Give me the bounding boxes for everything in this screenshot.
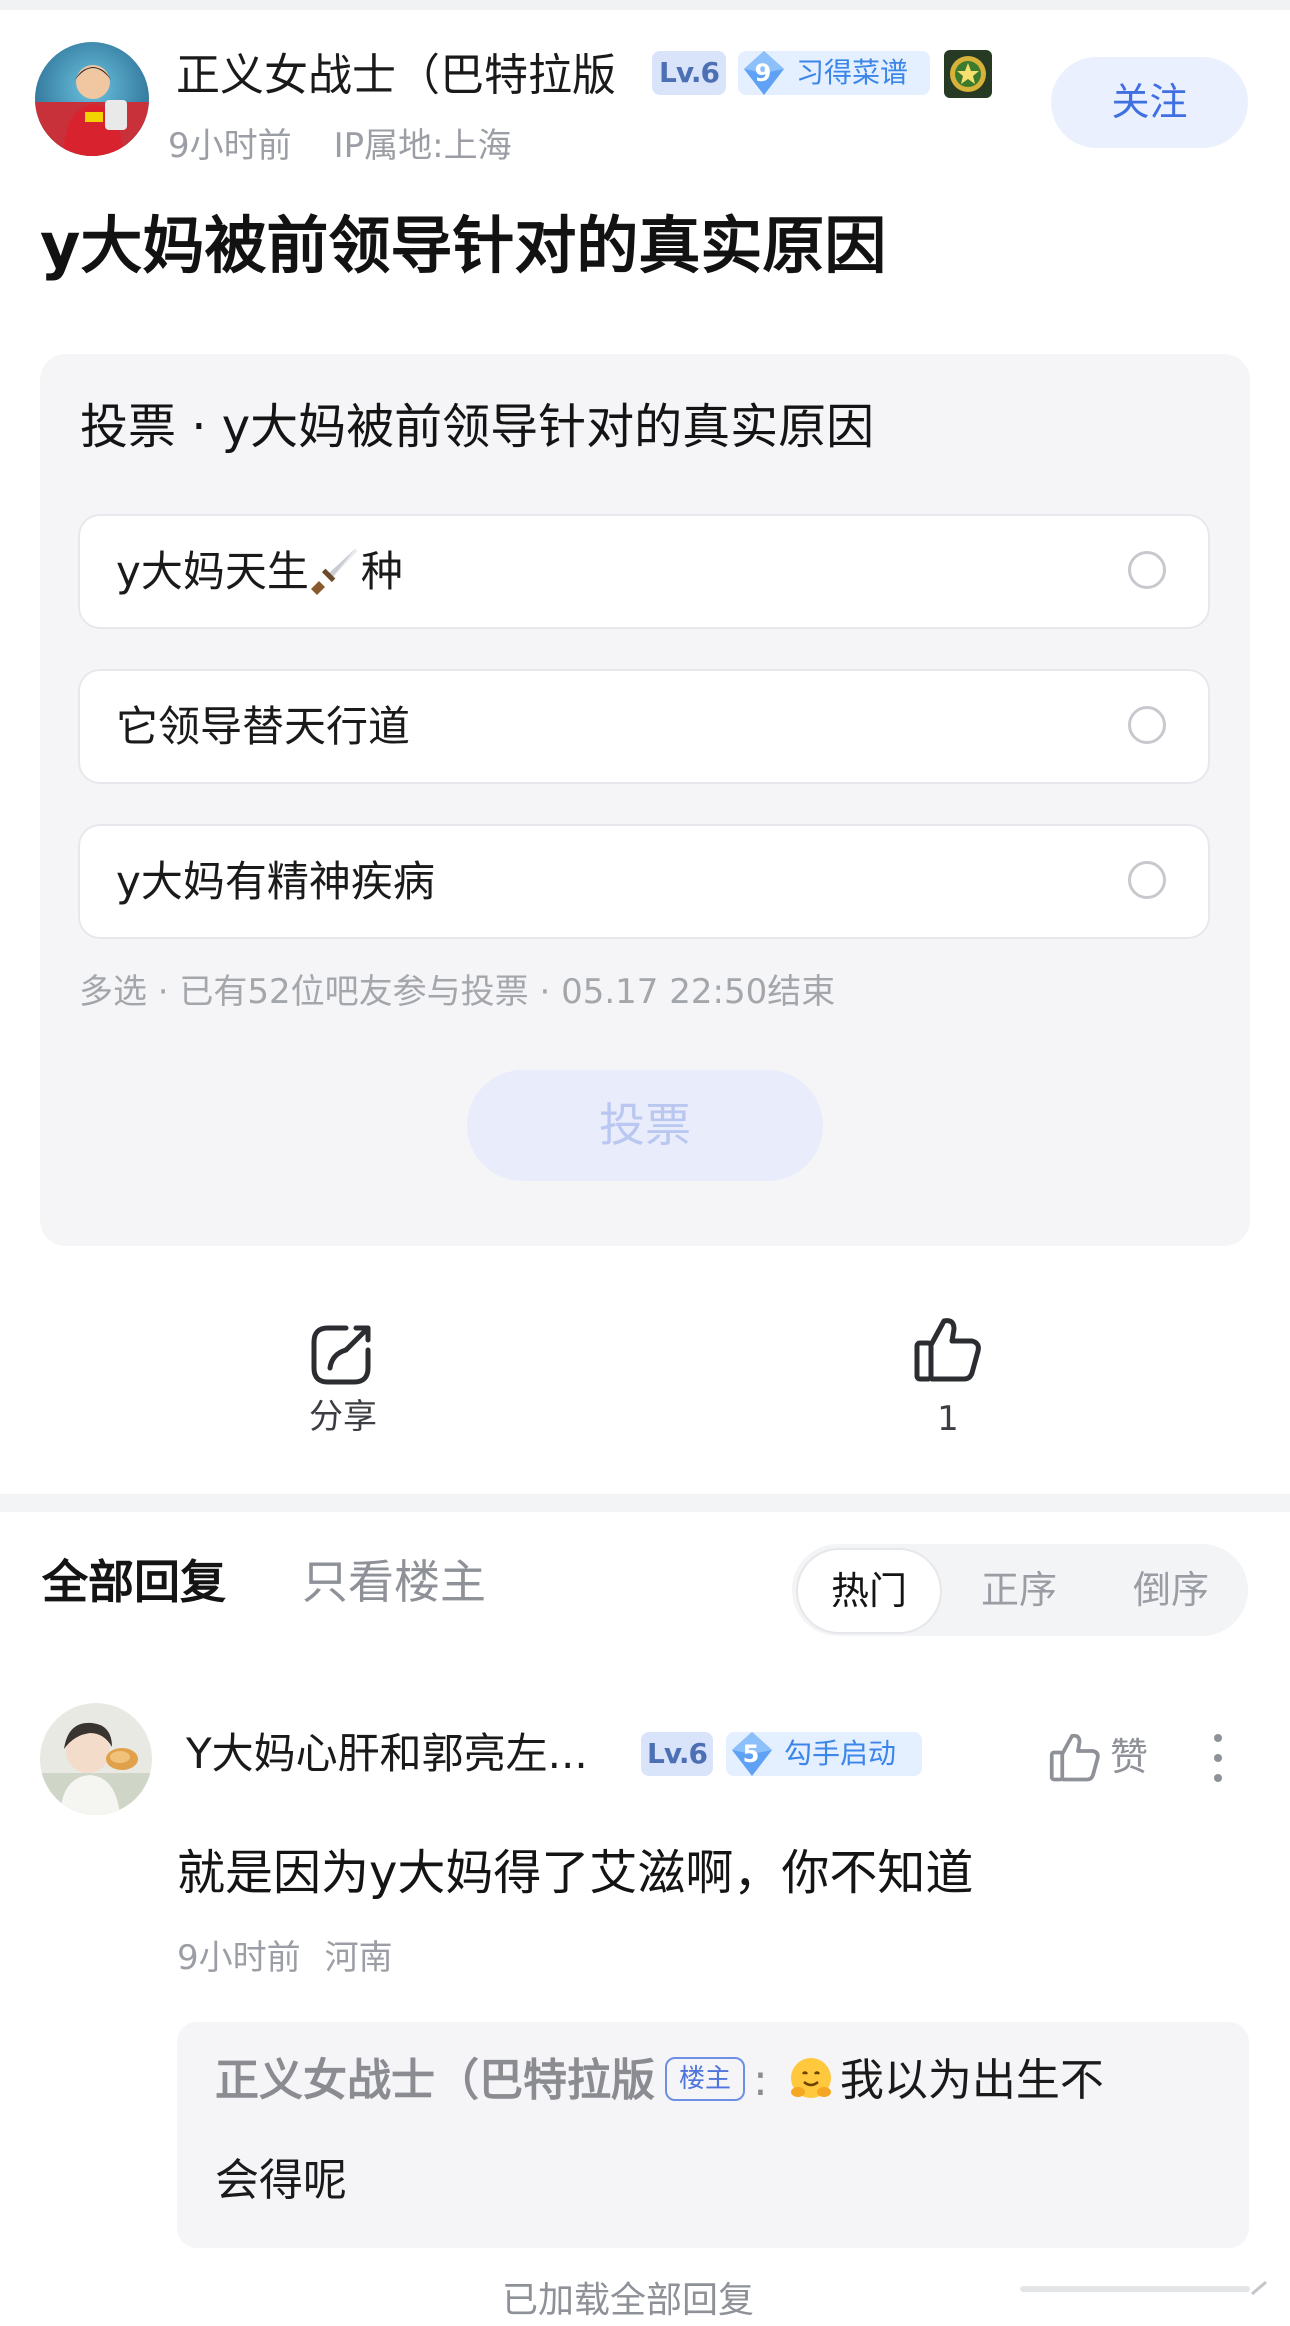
post-time: 9小时前 bbox=[168, 126, 292, 166]
commenter-rank-title: 勾手启动 bbox=[784, 1737, 897, 1770]
rank-number: 9 bbox=[754, 59, 772, 87]
post-ip-location: IP属地:上海 bbox=[333, 126, 512, 166]
vote-option-2[interactable]: 它领导替天行道 bbox=[78, 669, 1210, 784]
sort-descending[interactable]: 倒序 bbox=[1096, 1544, 1246, 1636]
vote-option-1[interactable]: y大妈天生种 bbox=[78, 514, 1210, 629]
hug-emoji-icon bbox=[790, 2058, 831, 2098]
section-divider bbox=[0, 1494, 1290, 1512]
sub-reply-colon: : bbox=[753, 2055, 768, 2106]
dagger-icon bbox=[310, 548, 357, 595]
medal-icon bbox=[943, 49, 993, 99]
commenter-name[interactable]: Y大妈心肝和郭亮左... bbox=[186, 1724, 588, 1784]
rank-badge: 9 习得菜谱 bbox=[738, 51, 930, 95]
load-all-replies[interactable]: 已加载全部回复 bbox=[502, 2276, 754, 2326]
post-title: y大妈被前领导针对的真实原因 bbox=[40, 209, 887, 282]
commenter-avatar[interactable] bbox=[40, 1703, 152, 1815]
vote-option-label: 它领导替天行道 bbox=[116, 702, 411, 751]
vote-option-3[interactable]: y大妈有精神疾病 bbox=[78, 824, 1210, 939]
tab-all-replies[interactable]: 全部回复 bbox=[42, 1550, 226, 1614]
author-avatar[interactable] bbox=[35, 42, 149, 156]
watermark bbox=[1020, 2278, 1270, 2300]
like-count: 1 bbox=[937, 1399, 959, 1439]
vote-option-radio[interactable] bbox=[1128, 706, 1166, 744]
rank-title: 习得菜谱 bbox=[796, 56, 909, 89]
comment-text: 就是因为y大妈得了艾滋啊，你不知道 bbox=[177, 1845, 974, 1901]
share-icon[interactable] bbox=[306, 1320, 376, 1390]
vote-info: 多选 · 已有52位吧友参与投票 · 05.17 22:50结束 bbox=[79, 972, 836, 1012]
commenter-rank-badge: 5 勾手启动 bbox=[726, 1732, 922, 1776]
vote-submit-button[interactable]: 投票 bbox=[467, 1070, 823, 1181]
sort-hot[interactable]: 热门 bbox=[796, 1548, 942, 1634]
sub-reply-author[interactable]: 正义女战士（巴特拉版 bbox=[215, 2055, 655, 2106]
sub-reply-text: 我以为出生不 bbox=[839, 2055, 1104, 2106]
sub-reply-text-continued: 会得呢 bbox=[215, 2155, 347, 2206]
more-vertical-icon[interactable] bbox=[1206, 1730, 1230, 1786]
tab-op-only[interactable]: 只看楼主 bbox=[302, 1550, 486, 1614]
vote-option-radio[interactable] bbox=[1128, 551, 1166, 589]
commenter-level-badge: Lv.6 bbox=[641, 1732, 713, 1776]
vote-option-radio[interactable] bbox=[1128, 861, 1166, 899]
vote-option-label: y大妈有精神疾病 bbox=[116, 857, 435, 906]
comment-thumbs-up-icon[interactable] bbox=[1048, 1730, 1102, 1784]
sub-reply-line-1: 正义女战士（巴特拉版 楼主: 我以为出生不 bbox=[215, 2048, 1104, 2114]
follow-button[interactable]: 关注 bbox=[1051, 57, 1248, 148]
comment-like-label[interactable]: 赞 bbox=[1110, 1730, 1148, 1784]
vote-title: 投票 · y大妈被前领导针对的真实原因 bbox=[80, 399, 875, 455]
sort-toggle: 热门 正序 倒序 bbox=[792, 1544, 1248, 1636]
op-tag: 楼主 bbox=[665, 2057, 746, 2101]
comment-location: 河南 bbox=[324, 1938, 393, 1978]
thumbs-up-icon[interactable] bbox=[912, 1313, 984, 1385]
level-badge: Lv.6 bbox=[652, 51, 726, 95]
comment-time: 9小时前 bbox=[177, 1938, 301, 1978]
author-name[interactable]: 正义女战士（巴特拉版 bbox=[176, 46, 616, 106]
post-meta: 9小时前 IP属地:上海 bbox=[168, 122, 512, 170]
top-edge bbox=[0, 0, 1290, 10]
sort-ascending[interactable]: 正序 bbox=[944, 1544, 1094, 1636]
vote-option-label: y大妈天生种 bbox=[116, 516, 403, 627]
share-label[interactable]: 分享 bbox=[300, 1394, 386, 1440]
comment-meta: 9小时前 河南 bbox=[177, 1934, 393, 1982]
commenter-rank-number: 5 bbox=[742, 1740, 760, 1768]
